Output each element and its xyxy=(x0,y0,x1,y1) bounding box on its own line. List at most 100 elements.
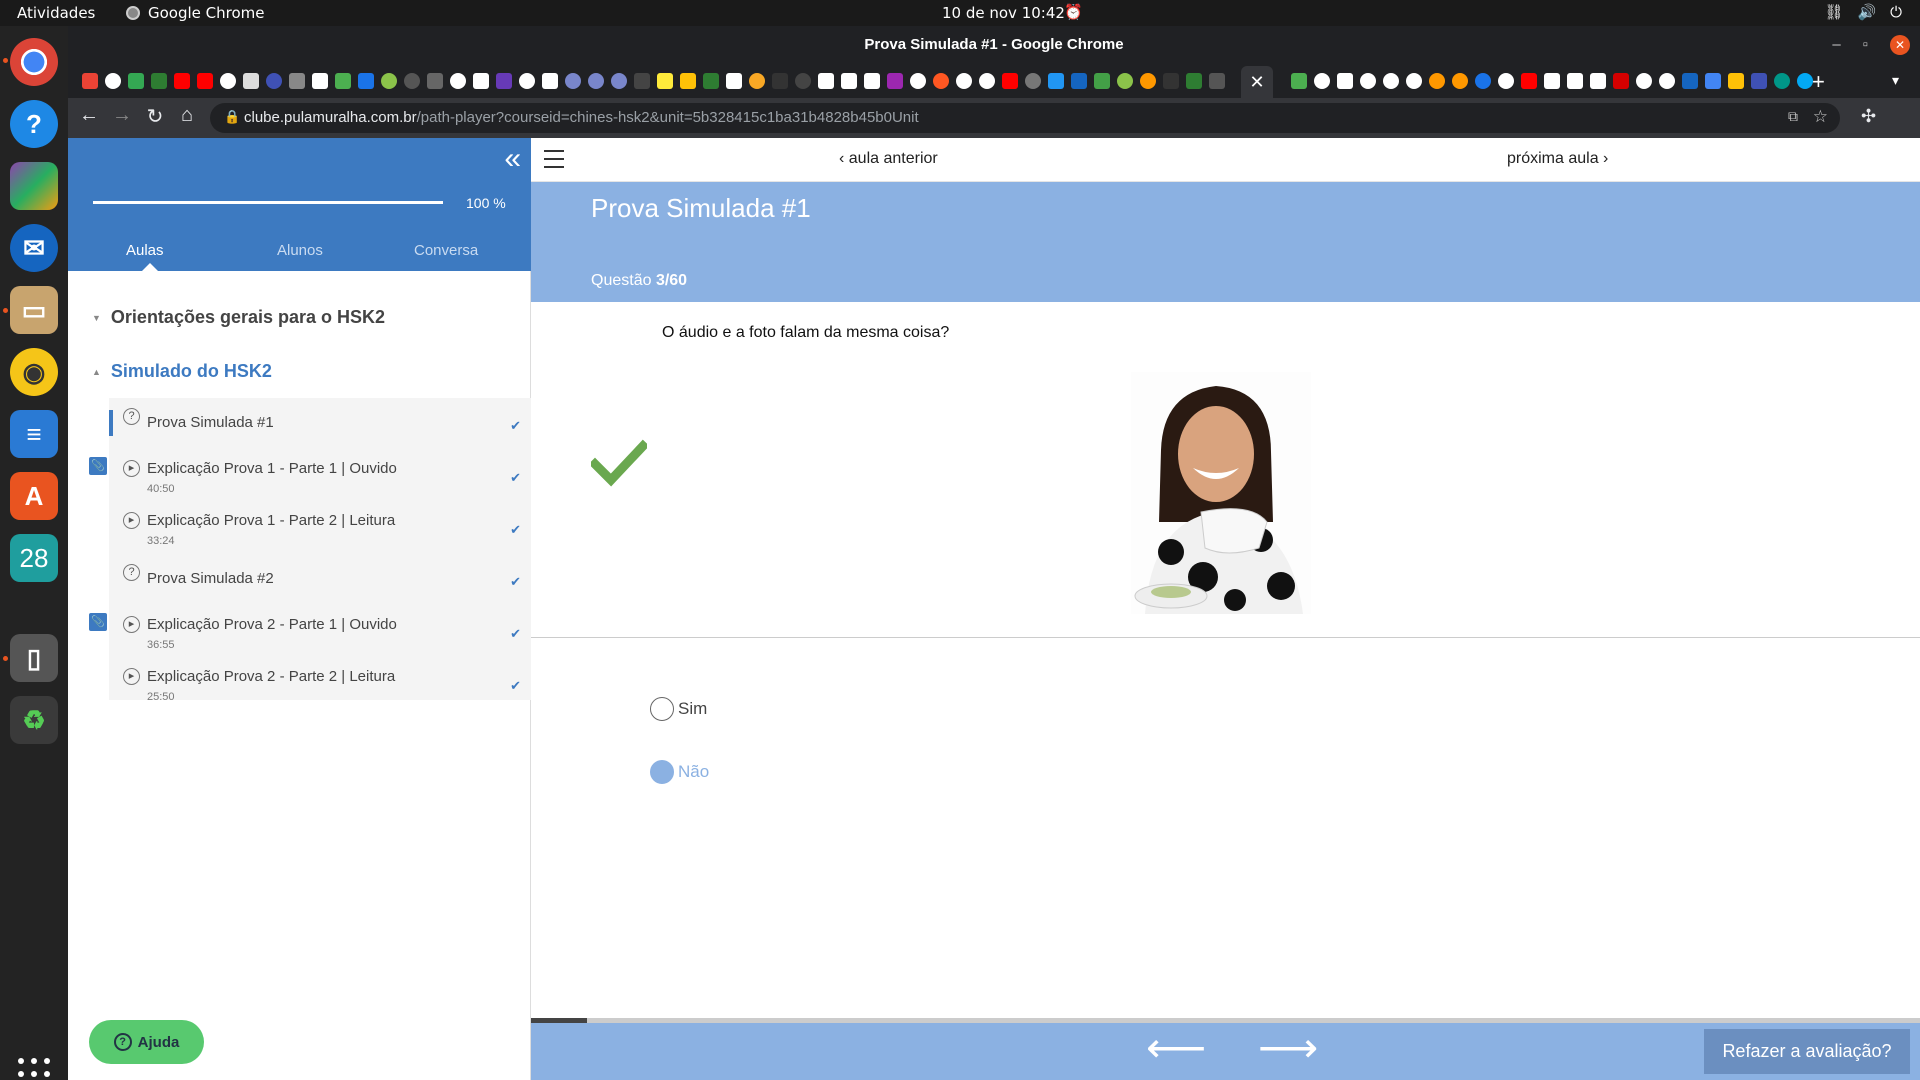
tab-favicon[interactable] xyxy=(427,73,443,89)
tab-favicon[interactable] xyxy=(450,73,466,89)
show-apps-icon[interactable] xyxy=(18,1058,50,1080)
bookmark-star-icon[interactable]: ☆ xyxy=(1813,107,1828,127)
system-tray[interactable]: ⛓ 🔊 ⏻ xyxy=(1824,3,1902,21)
files-dock-icon[interactable]: ▭ xyxy=(10,286,58,334)
minimize-icon[interactable]: – xyxy=(1832,26,1840,64)
lesson-item[interactable]: ▸ Explicação Prova 2 - Parte 2 | Leitura… xyxy=(109,658,531,710)
active-tab-close-icon[interactable]: ✕ xyxy=(1241,66,1273,98)
attachment-icon[interactable]: 📎 xyxy=(89,613,107,631)
tab-favicon[interactable] xyxy=(726,73,742,89)
activities-button[interactable]: Atividades xyxy=(17,4,95,22)
tab-favicon[interactable] xyxy=(565,73,581,89)
section-orientacoes[interactable]: ▼ Orientações gerais para o HSK2 xyxy=(92,307,385,328)
tab-favicon[interactable] xyxy=(1291,73,1307,89)
tab-favicon[interactable] xyxy=(841,73,857,89)
collapse-sidebar-icon[interactable]: « xyxy=(504,144,521,174)
tab-favicon[interactable] xyxy=(1705,73,1721,89)
tab-favicon[interactable] xyxy=(542,73,558,89)
retake-assessment-button[interactable]: Refazer a avaliação? xyxy=(1704,1029,1910,1074)
tab-favicon[interactable] xyxy=(1567,73,1583,89)
tab-favicon[interactable] xyxy=(1002,73,1018,89)
next-question-arrow-icon[interactable]: ⟶ xyxy=(1258,1027,1318,1069)
tab-favicon[interactable] xyxy=(611,73,627,89)
tab-favicon[interactable] xyxy=(1498,73,1514,89)
url-text[interactable]: clube.pulamuralha.com.br/path-player?cou… xyxy=(244,109,919,126)
tab-favicon[interactable] xyxy=(749,73,765,89)
tab-favicon[interactable] xyxy=(1774,73,1790,89)
address-bar[interactable]: 🔒 clube.pulamuralha.com.br/path-player?c… xyxy=(210,103,1840,133)
forward-icon[interactable]: → xyxy=(108,104,136,127)
tab-favicon[interactable] xyxy=(381,73,397,89)
home-icon[interactable]: ⌂ xyxy=(173,104,201,127)
tab-favicon[interactable] xyxy=(289,73,305,89)
tab-favicon[interactable] xyxy=(956,73,972,89)
tab-favicon[interactable] xyxy=(1209,73,1225,89)
tab-favicon[interactable] xyxy=(1429,73,1445,89)
tab-favicon[interactable] xyxy=(887,73,903,89)
tab-favicon[interactable] xyxy=(910,73,926,89)
attachment-icon[interactable]: 📎 xyxy=(89,457,107,475)
tab-favicon[interactable] xyxy=(312,73,328,89)
menu-icon[interactable] xyxy=(544,150,564,168)
tab-favicon[interactable] xyxy=(220,73,236,89)
lesson-item[interactable]: 📎 ▸ Explicação Prova 2 - Parte 1 | Ouvid… xyxy=(89,606,531,658)
tab-favicon[interactable] xyxy=(1728,73,1744,89)
tab-favicon[interactable] xyxy=(772,73,788,89)
tab-favicon[interactable] xyxy=(1613,73,1629,89)
device-dock-icon[interactable]: ▯ xyxy=(10,634,58,682)
tab-favicon[interactable] xyxy=(1117,73,1133,89)
tab-favicon[interactable] xyxy=(933,73,949,89)
tab-favicon[interactable] xyxy=(657,73,673,89)
tab-favicon[interactable] xyxy=(1360,73,1376,89)
tab-favicon[interactable] xyxy=(703,73,719,89)
calendar-dock-icon[interactable]: 28 xyxy=(10,534,58,582)
app-menu[interactable]: Google Chrome xyxy=(126,4,265,22)
geogebra-dock-icon[interactable] xyxy=(10,162,58,210)
translate-icon[interactable]: ⧉ xyxy=(1788,108,1798,125)
tab-favicon[interactable] xyxy=(1406,73,1422,89)
tab-favicon[interactable] xyxy=(818,73,834,89)
tab-favicon[interactable] xyxy=(1475,73,1491,89)
tab-favicon[interactable] xyxy=(1140,73,1156,89)
close-window-icon[interactable]: ✕ xyxy=(1890,35,1910,55)
back-icon[interactable]: ← xyxy=(75,104,103,127)
tab-favicon[interactable] xyxy=(105,73,121,89)
tab-alunos[interactable]: Alunos xyxy=(277,242,323,259)
tab-favicon[interactable] xyxy=(680,73,696,89)
tab-favicon[interactable] xyxy=(1544,73,1560,89)
tab-favicon[interactable] xyxy=(473,73,489,89)
section-simulado[interactable]: ▲ Simulado do HSK2 xyxy=(92,361,272,382)
tab-favicon[interactable] xyxy=(128,73,144,89)
tab-favicon[interactable] xyxy=(1186,73,1202,89)
tab-favicon[interactable] xyxy=(979,73,995,89)
tab-aulas[interactable]: Aulas xyxy=(126,242,164,259)
tab-favicon[interactable] xyxy=(82,73,98,89)
tab-favicon[interactable] xyxy=(634,73,650,89)
tab-conversa[interactable]: Conversa xyxy=(414,242,478,259)
tab-favicon[interactable] xyxy=(1682,73,1698,89)
tab-favicon[interactable] xyxy=(1797,73,1813,89)
tab-favicon[interactable] xyxy=(1521,73,1537,89)
lesson-item[interactable]: ? Prova Simulada #2 ✔ xyxy=(109,554,531,606)
next-lesson-link[interactable]: próxima aula › xyxy=(1507,150,1608,168)
tab-favicon[interactable] xyxy=(1314,73,1330,89)
help-button[interactable]: ? Ajuda xyxy=(89,1020,204,1064)
maximize-icon[interactable]: ▫ xyxy=(1863,26,1868,64)
tab-favicon[interactable] xyxy=(1048,73,1064,89)
extensions-icon[interactable]: ✣ xyxy=(1861,106,1876,127)
tab-favicon[interactable] xyxy=(151,73,167,89)
tab-favicon[interactable] xyxy=(864,73,880,89)
answer-option-sim[interactable]: Sim xyxy=(650,697,707,721)
tab-favicon[interactable] xyxy=(1025,73,1041,89)
tab-favicon[interactable] xyxy=(1659,73,1675,89)
clock[interactable]: 10 de nov 10:42 xyxy=(942,4,1065,22)
tab-favicon[interactable] xyxy=(1071,73,1087,89)
previous-lesson-link[interactable]: ‹ aula anterior xyxy=(839,150,938,168)
lesson-item-prova-simulada-1[interactable]: ? Prova Simulada #1 ✔ xyxy=(109,398,531,450)
tab-favicon[interactable] xyxy=(335,73,351,89)
tab-favicon[interactable] xyxy=(496,73,512,89)
tab-favicon[interactable] xyxy=(174,73,190,89)
tab-favicon[interactable] xyxy=(795,73,811,89)
reload-icon[interactable]: ↻ xyxy=(141,104,169,129)
radio-button-selected[interactable] xyxy=(650,760,674,784)
